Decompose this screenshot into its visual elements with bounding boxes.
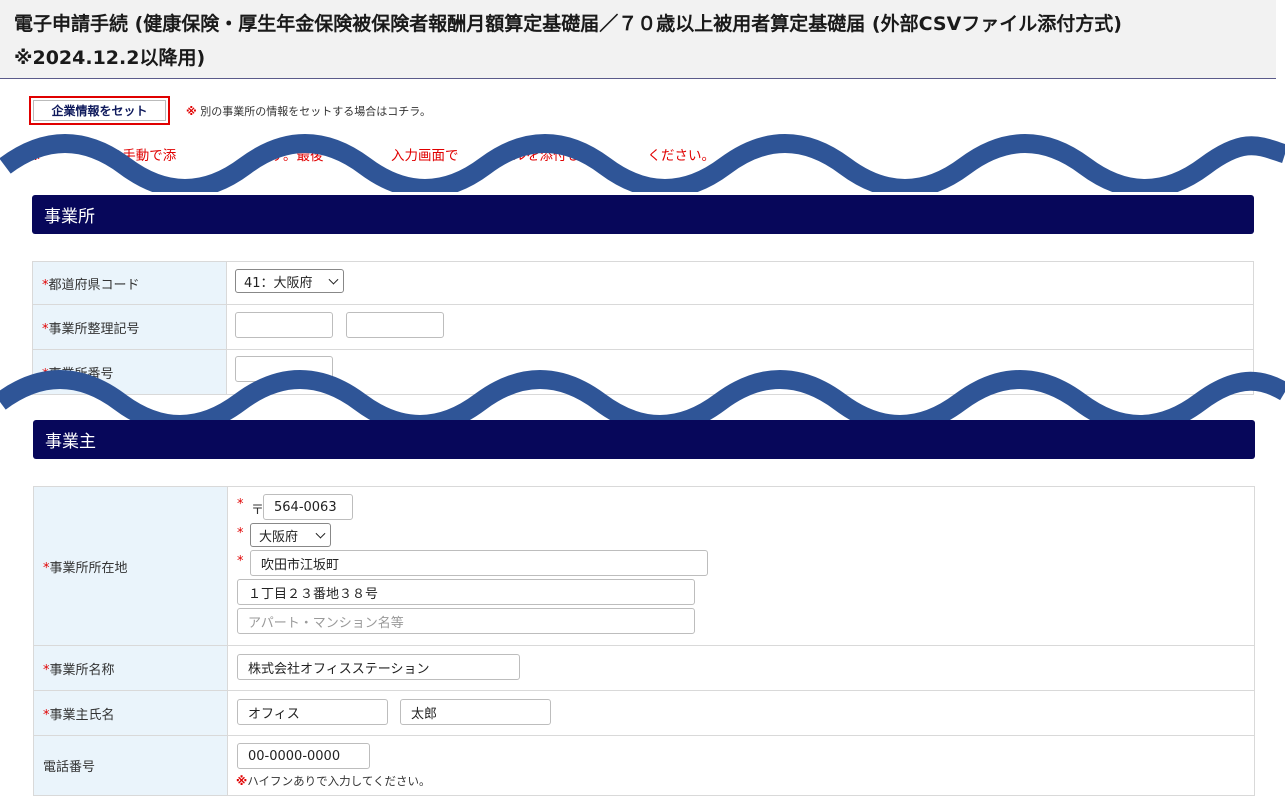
required-mark-prefecture: * <box>237 526 244 541</box>
page-title-date: ※2024.12.2以降用) <box>14 47 206 69</box>
building-input[interactable]: アパート・マンション名等 <box>237 608 695 634</box>
label-phone: 電話番号 <box>33 735 228 796</box>
office-number-input[interactable] <box>235 356 333 382</box>
set-company-info-highlight: 企業情報をセット <box>29 96 170 125</box>
csv-attach-notice: ※ を手動で添 です。最後 入力画面で ルを添付し ください。 <box>30 148 715 164</box>
label-office-name: *事業所名称 <box>33 645 228 691</box>
page-title: 電子申請手続 (健康保険・厚生年金保険被保険者報酬月額算定基礎届／７０歳以上被用… <box>14 13 1122 35</box>
row-office-number: *事業所番号 <box>32 349 1254 395</box>
owner-last-name-input[interactable]: オフィス <box>237 699 388 725</box>
office-name-input[interactable]: 株式会社オフィスステーション <box>237 654 520 680</box>
set-company-note: ※ 別の事業所の情報をセットする場合はコチラ。 <box>186 103 431 119</box>
row-phone: 電話番号 <box>33 735 1255 796</box>
street-input[interactable]: １丁目２３番地３８号 <box>237 579 695 605</box>
cell-office-number <box>226 349 1254 395</box>
row-owner-name: *事業主氏名 <box>33 690 1255 736</box>
label-owner-name: *事業主氏名 <box>33 690 228 736</box>
phone-input[interactable]: 00-0000-0000 <box>237 743 370 769</box>
note-mark: ※ <box>186 105 197 118</box>
row-office-code: *事業所整理記号 <box>32 304 1254 350</box>
set-company-info-button[interactable]: 企業情報をセット <box>33 100 166 121</box>
required-mark-postal: * <box>237 497 244 512</box>
label-office-address: *事業所所在地 <box>33 486 228 646</box>
label-prefecture-code: *都道府県コード <box>32 261 227 305</box>
prefecture-code-select[interactable]: 41：大阪府 <box>235 269 344 293</box>
chevron-down-icon <box>315 528 326 539</box>
chevron-down-icon <box>328 274 339 285</box>
page-title-bar: 電子申請手続 (健康保険・厚生年金保険被保険者報酬月額算定基礎届／７０歳以上被用… <box>0 0 1276 79</box>
section-header-office: 事業所 <box>32 195 1254 234</box>
section-header-owner: 事業主 <box>33 420 1255 459</box>
note-text: 別の事業所の情報をセットする場合はコチラ。 <box>200 105 431 118</box>
page: 電子申請手続 (健康保険・厚生年金保険被保険者報酬月額算定基礎届／７０歳以上被用… <box>0 0 1285 805</box>
label-office-number: *事業所番号 <box>32 349 227 395</box>
owner-first-name-input[interactable]: 太郎 <box>400 699 551 725</box>
address-prefecture-select[interactable]: 大阪府 <box>250 523 331 547</box>
city-input[interactable]: 吹田市江坂町 <box>250 550 708 576</box>
label-office-code: *事業所整理記号 <box>32 304 227 350</box>
office-code-input-2[interactable] <box>346 312 444 338</box>
office-form-table: *都道府県コード *事業所整理記号 *事業所番号 <box>32 261 1254 395</box>
office-code-input-1[interactable] <box>235 312 333 338</box>
row-prefecture-code: *都道府県コード <box>32 261 1254 305</box>
required-mark-city: * <box>237 554 244 569</box>
phone-hint: ※ハイフンありで入力してください。 <box>236 774 431 788</box>
owner-form-table: *事業所所在地 *事業所名称 *事業主氏名 電話番号 <box>33 486 1255 796</box>
postal-code-input[interactable]: 564-0063 <box>263 494 353 520</box>
row-office-name: *事業所名称 <box>33 645 1255 691</box>
cell-prefecture-code <box>226 261 1254 305</box>
